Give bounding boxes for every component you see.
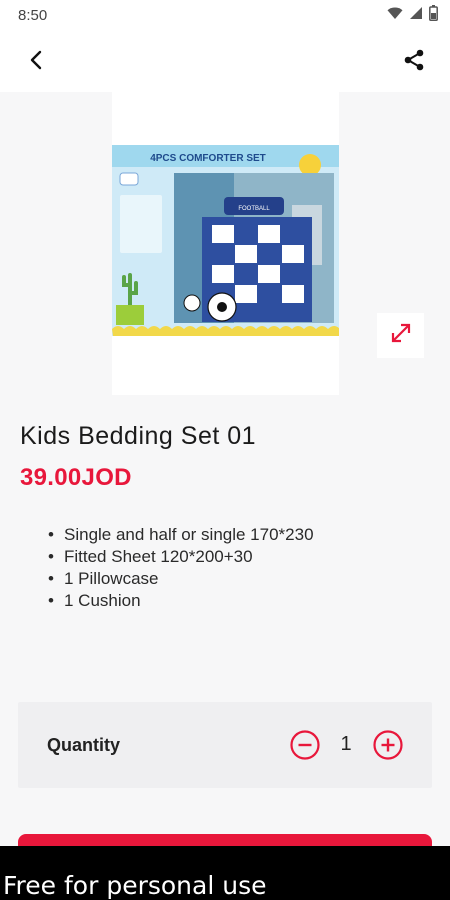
status-icons [387,5,438,25]
product-features-list: Single and half or single 170*230 Fitted… [48,524,314,612]
decrease-quantity-button[interactable] [290,730,320,760]
quantity-label: Quantity [47,735,121,755]
increase-quantity-button[interactable] [373,730,403,760]
battery-icon [429,5,438,25]
status-time: 8:50 [18,6,48,24]
status-bar: 8:50 [0,0,450,30]
minus-icon [290,730,320,764]
product-image: 4PCS COMFORTER SET FOOTBALL [112,145,339,336]
watermark-text: Free for personal use [3,871,267,900]
plus-icon [373,730,403,764]
share-button[interactable] [398,46,430,78]
share-icon [402,48,426,77]
back-arrow-icon [29,50,43,75]
image-banner-text: 4PCS COMFORTER SET [150,153,266,164]
expand-image-button[interactable] [377,313,424,358]
feature-item: 1 Pillowcase [48,568,314,590]
expand-icon [389,321,413,350]
feature-item: Single and half or single 170*230 [48,524,314,546]
feature-item: Fitted Sheet 120*200+30 [48,546,314,568]
app-bar [0,30,450,92]
product-image-card[interactable]: 4PCS COMFORTER SET FOOTBALL [112,92,339,395]
product-price: 39.00JOD [20,464,132,491]
back-button[interactable] [20,46,52,78]
product-title: Kids Bedding Set 01 [20,422,257,450]
quantity-selector: Quantity 1 [18,702,432,788]
feature-item: 1 Cushion [48,590,314,612]
wifi-icon [387,6,403,24]
image-tag-text: FOOTBALL [238,206,270,212]
quantity-value: 1 [340,733,352,755]
signal-icon [409,6,423,24]
